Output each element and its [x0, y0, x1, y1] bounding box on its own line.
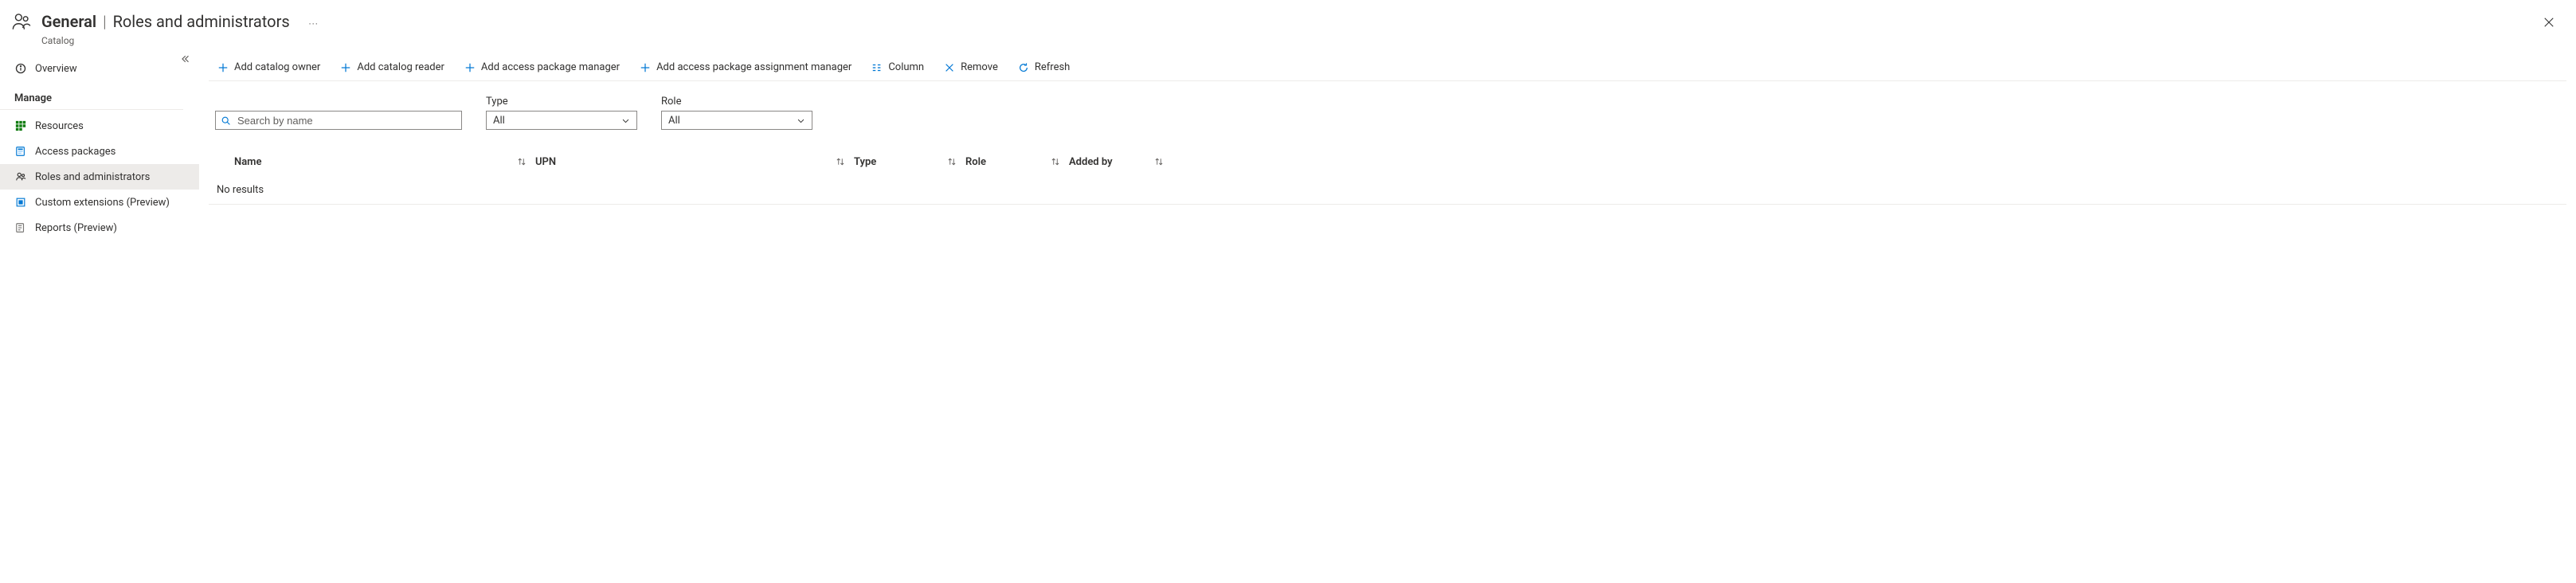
- add-catalog-reader-button[interactable]: Add catalog reader: [338, 55, 446, 80]
- filter-label: Role: [661, 96, 812, 108]
- button-label: Add catalog reader: [357, 61, 444, 73]
- plus-icon: [339, 61, 352, 74]
- sidebar-item-overview[interactable]: Overview: [0, 56, 199, 81]
- plus-icon: [639, 61, 652, 74]
- sidebar-section-manage: Manage: [0, 81, 183, 110]
- add-catalog-owner-button[interactable]: Add catalog owner: [215, 55, 322, 80]
- column-label: Name: [234, 156, 261, 168]
- access-packages-icon: [14, 145, 27, 158]
- refresh-icon: [1017, 61, 1030, 74]
- button-label: Column: [888, 61, 924, 73]
- add-access-package-manager-button[interactable]: Add access package manager: [462, 55, 621, 80]
- search-icon: [221, 115, 231, 126]
- sidebar-item-custom-extensions[interactable]: Custom extensions (Preview): [0, 190, 199, 215]
- results-grid: Name UPN Type: [209, 147, 2566, 205]
- no-results-text: No results: [209, 176, 2566, 204]
- sidebar: Overview Manage Resources: [0, 49, 199, 241]
- sidebar-item-reports[interactable]: Reports (Preview): [0, 215, 199, 241]
- command-bar: Add catalog owner Add catalog reader Add…: [209, 49, 2566, 81]
- column-label: Type: [854, 156, 876, 168]
- add-access-package-assignment-manager-button[interactable]: Add access package assignment manager: [637, 55, 853, 80]
- remove-icon: [943, 61, 956, 74]
- sidebar-item-label: Overview: [35, 63, 77, 75]
- sort-icon: [835, 156, 846, 167]
- sort-icon: [946, 156, 957, 167]
- search-input[interactable]: [236, 114, 456, 127]
- sidebar-item-label: Access packages: [35, 146, 115, 158]
- column-header-upn[interactable]: UPN: [535, 156, 854, 168]
- custom-extensions-icon: [14, 196, 27, 209]
- blade-header: General | Roles and administrators ··· C…: [0, 0, 2576, 49]
- chevron-down-icon: [797, 116, 805, 125]
- grid-body: No results: [209, 176, 2566, 204]
- button-label: Remove: [961, 61, 998, 73]
- sort-icon: [1153, 156, 1165, 167]
- select-value: All: [668, 115, 680, 127]
- role-select[interactable]: All: [661, 111, 812, 130]
- sidebar-item-label: Custom extensions (Preview): [35, 197, 170, 209]
- collapse-sidebar-button[interactable]: [177, 51, 193, 67]
- column-header-added-by[interactable]: Added by: [1069, 156, 1173, 168]
- button-label: Add access package assignment manager: [656, 61, 851, 73]
- sidebar-item-label: Resources: [35, 120, 84, 132]
- sidebar-item-resources[interactable]: Resources: [0, 113, 199, 139]
- column-header-type[interactable]: Type: [854, 156, 965, 168]
- more-button[interactable]: ···: [303, 13, 325, 35]
- column-header-role[interactable]: Role: [965, 156, 1069, 168]
- breadcrumb: Catalog: [41, 35, 2538, 46]
- roles-admins-icon: [10, 11, 33, 35]
- type-select[interactable]: All: [486, 111, 637, 130]
- button-label: Add access package manager: [481, 61, 620, 73]
- page-subtitle: Roles and administrators: [113, 12, 290, 31]
- main-content: Add catalog owner Add catalog reader Add…: [199, 49, 2576, 241]
- grid-header: Name UPN Type: [209, 147, 2566, 176]
- sidebar-item-label: Reports (Preview): [35, 222, 117, 234]
- column-label: UPN: [535, 156, 556, 168]
- type-filter: Type All: [486, 96, 637, 130]
- filter-label: Type: [486, 96, 637, 108]
- refresh-button[interactable]: Refresh: [1016, 55, 1071, 80]
- filter-bar: Type All Role All: [209, 81, 2566, 130]
- sidebar-item-access-packages[interactable]: Access packages: [0, 139, 199, 164]
- sidebar-item-label: Roles and administrators: [35, 171, 150, 183]
- roles-icon: [14, 170, 27, 183]
- sidebar-item-roles-admins[interactable]: Roles and administrators: [0, 164, 199, 190]
- plus-icon: [464, 61, 476, 74]
- sort-icon: [516, 156, 527, 167]
- column-label: Role: [965, 156, 986, 168]
- title-separator: |: [103, 12, 106, 31]
- column-button[interactable]: Column: [869, 55, 926, 80]
- page-title: General: [41, 12, 96, 31]
- remove-button[interactable]: Remove: [942, 55, 1000, 80]
- info-icon: [14, 62, 27, 75]
- column-label: Added by: [1069, 156, 1113, 168]
- column-header-name[interactable]: Name: [209, 156, 535, 168]
- select-value: All: [493, 115, 505, 127]
- role-filter: Role All: [661, 96, 812, 130]
- resources-icon: [14, 119, 27, 132]
- sort-icon: [1050, 156, 1061, 167]
- reports-icon: [14, 221, 27, 234]
- columns-icon: [871, 61, 883, 74]
- button-label: Add catalog owner: [234, 61, 320, 73]
- chevron-down-icon: [621, 116, 630, 125]
- plus-icon: [217, 61, 229, 74]
- search-input-wrapper[interactable]: [215, 111, 462, 130]
- button-label: Refresh: [1035, 61, 1070, 73]
- close-button[interactable]: [2538, 11, 2560, 33]
